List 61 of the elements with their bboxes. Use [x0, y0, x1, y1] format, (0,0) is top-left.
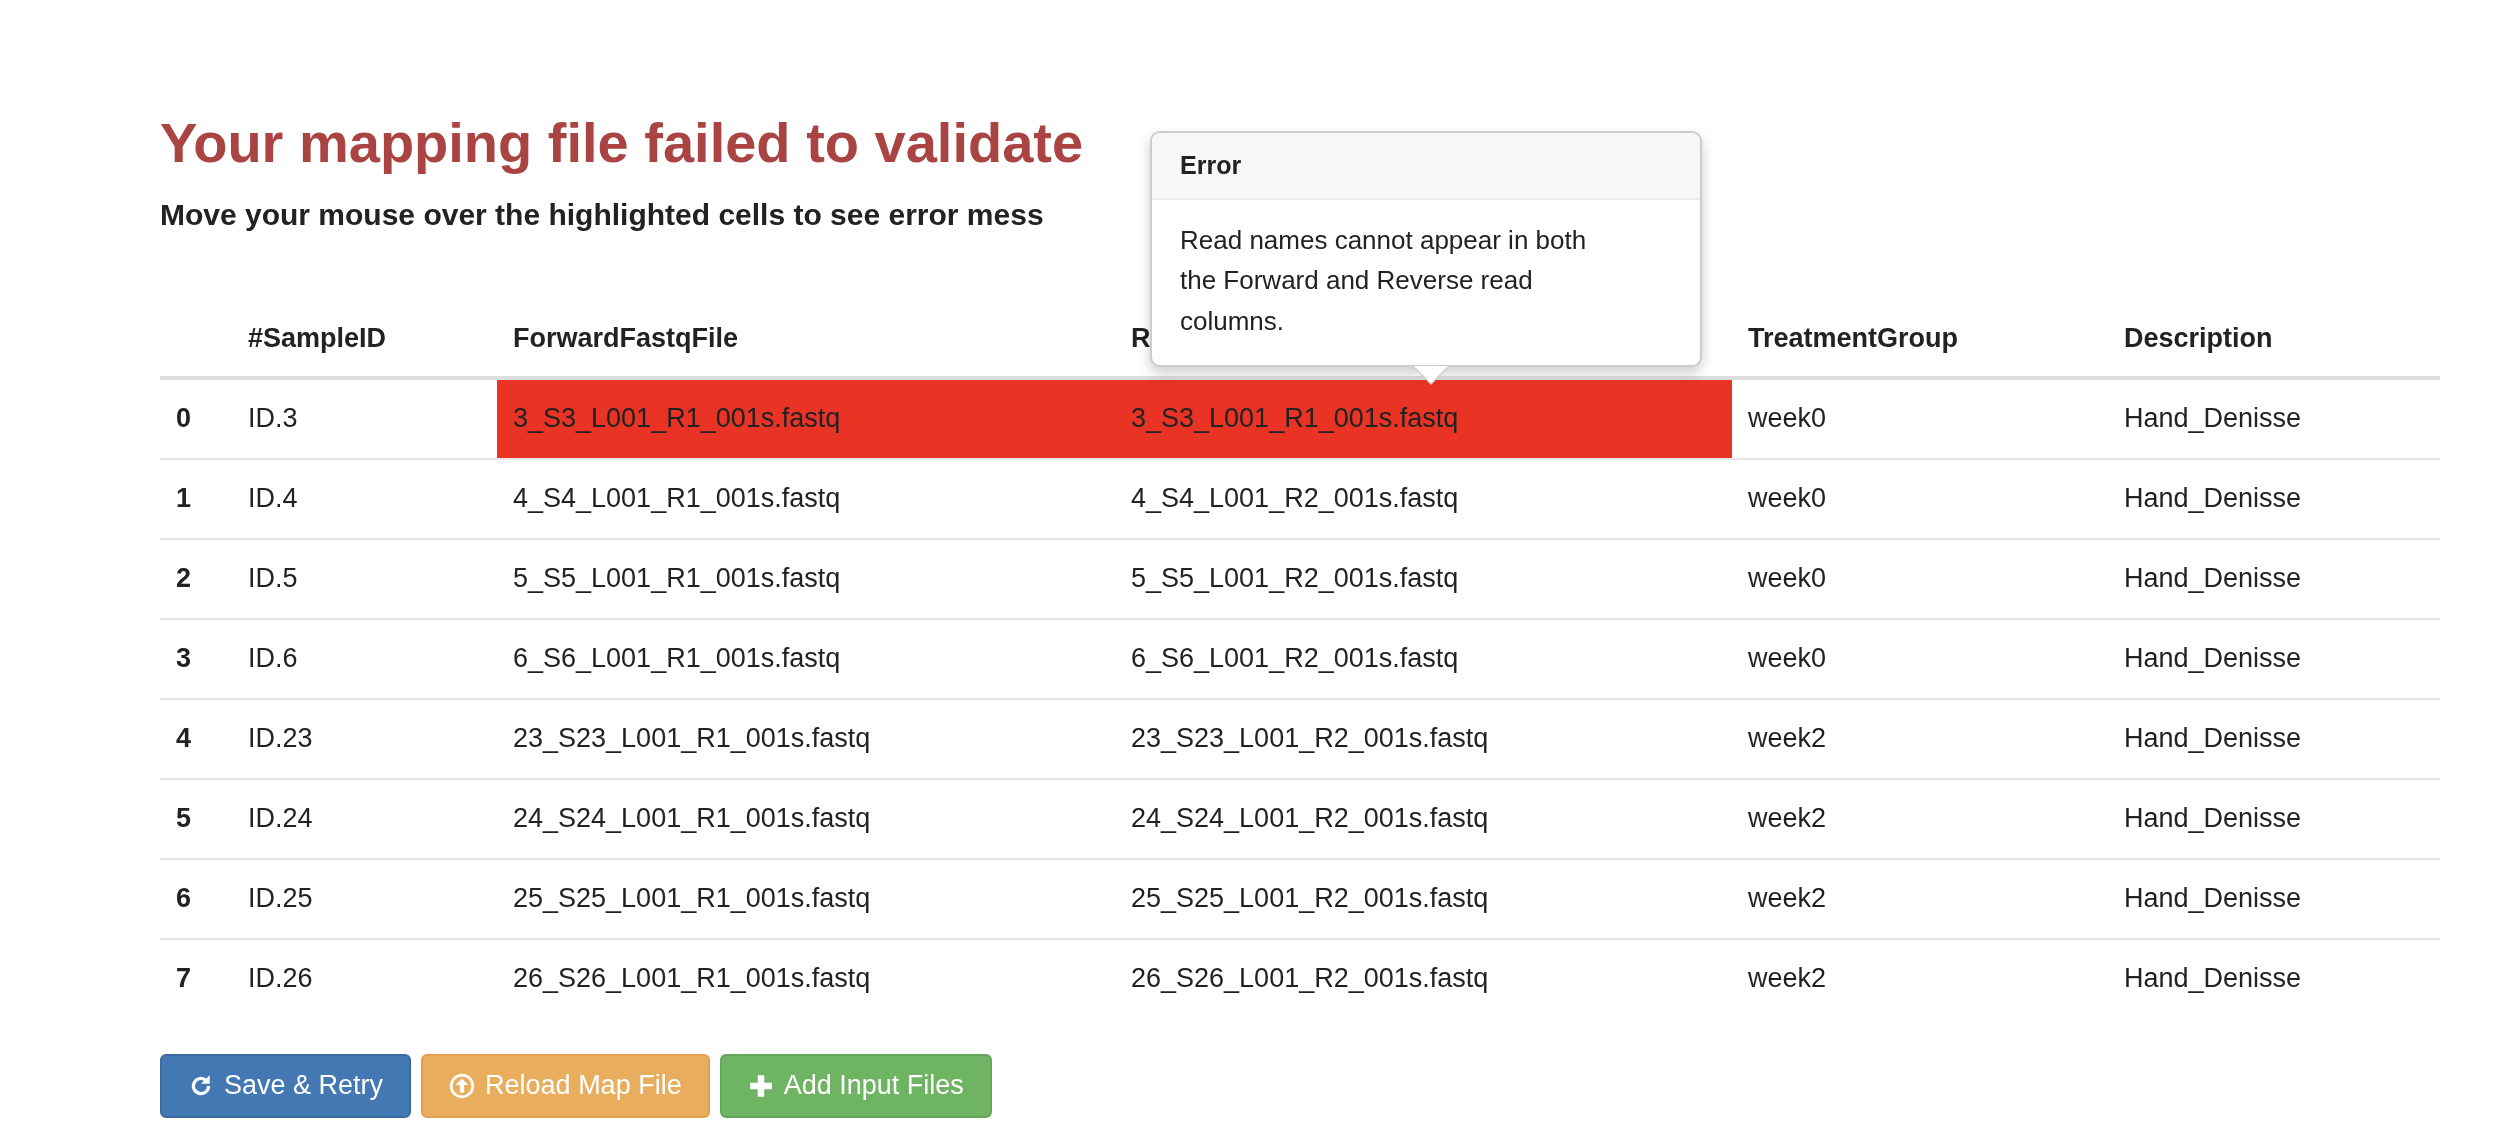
page-title: Your mapping file failed to validate — [160, 112, 1084, 174]
table-cell: Hand_Denisse — [2108, 778, 2440, 859]
tooltip-message: Read names cannot appear in both the Forward and Reverse read columns. — [1179, 224, 1588, 338]
table-cell: 4_S4_L001_R2_001s.fastq — [1115, 458, 1732, 539]
tooltip-title: Error — [1152, 133, 1700, 200]
row-index: 2 — [160, 538, 232, 619]
action-button[interactable]: Add Input Files — [719, 1053, 992, 1118]
action-button[interactable]: Save & Retry — [160, 1053, 412, 1118]
row-index: 1 — [160, 458, 232, 539]
row-index: 3 — [160, 618, 232, 699]
table-cell: Hand_Denisse — [2108, 858, 2440, 939]
table-cell: 4_S4_L001_R1_001s.fastq — [497, 458, 1115, 539]
table-cell: week2 — [1732, 778, 2108, 859]
plus-icon — [747, 1072, 774, 1099]
table-cell: 24_S24_L001_R2_001s.fastq — [1115, 778, 1732, 859]
table-cell: 24_S24_L001_R1_001s.fastq — [497, 778, 1115, 859]
error-cell: 3_S3_L001_R1_001s.fastq — [497, 377, 1115, 459]
row-index: 4 — [160, 698, 232, 779]
table-cell: 26_S26_L001_R2_001s.fastq — [1115, 938, 1732, 1018]
table-cell: 6_S6_L001_R2_001s.fastq — [1115, 618, 1732, 699]
action-button[interactable]: Reload Map File — [421, 1053, 710, 1118]
table-cell: week0 — [1732, 377, 2108, 459]
instruction-text: Move your mouse over the highlighted cells to see error mess — [160, 197, 1045, 232]
table-cell: Hand_Denisse — [2108, 377, 2440, 459]
table-cell: 25_S25_L001_R2_001s.fastq — [1115, 858, 1732, 939]
table-cell: ID.26 — [232, 938, 497, 1018]
column-header: Description — [2124, 323, 2273, 354]
table-cell: 25_S25_L001_R1_001s.fastq — [497, 858, 1115, 939]
table-cell: Hand_Denisse — [2108, 618, 2440, 699]
table-cell: ID.25 — [232, 858, 497, 939]
row-index: 6 — [160, 858, 232, 939]
table-cell: 26_S26_L001_R1_001s.fastq — [497, 938, 1115, 1018]
table-cell: 5_S5_L001_R1_001s.fastq — [497, 538, 1115, 619]
table-cell: ID.6 — [232, 618, 497, 699]
column-header: ForwardFastqFile — [513, 323, 739, 354]
upload-circle-icon — [449, 1072, 476, 1099]
table-cell: 23_S23_L001_R2_001s.fastq — [1115, 698, 1732, 779]
table-cell: ID.23 — [232, 698, 497, 779]
row-index: 7 — [160, 938, 232, 1018]
column-header: TreatmentGroup — [1748, 323, 1959, 354]
row-index: 0 — [160, 377, 232, 459]
table-cell: week0 — [1732, 618, 2108, 699]
column-header: R — [1131, 323, 1151, 354]
table-cell: Hand_Denisse — [2108, 698, 2440, 779]
table-cell: Hand_Denisse — [2108, 538, 2440, 619]
table-cell: week2 — [1732, 858, 2108, 939]
table-cell: Hand_Denisse — [2108, 458, 2440, 539]
table-cell: 23_S23_L001_R1_001s.fastq — [497, 698, 1115, 779]
table-cell: week0 — [1732, 458, 2108, 539]
error-cell: 3_S3_L001_R1_001s.fastq — [1115, 377, 1732, 459]
table-cell: week2 — [1732, 698, 2108, 779]
table-cell: Hand_Denisse — [2108, 938, 2440, 1018]
table-cell: 6_S6_L001_R1_001s.fastq — [497, 618, 1115, 699]
column-header: #SampleID — [248, 323, 387, 354]
table-cell: week0 — [1732, 538, 2108, 619]
table-cell: ID.4 — [232, 458, 497, 539]
table-cell: ID.24 — [232, 778, 497, 859]
table-cell: week2 — [1732, 938, 2108, 1018]
table-cell: ID.5 — [232, 538, 497, 619]
row-index: 5 — [160, 778, 232, 859]
table-cell: 5_S5_L001_R2_001s.fastq — [1115, 538, 1732, 619]
